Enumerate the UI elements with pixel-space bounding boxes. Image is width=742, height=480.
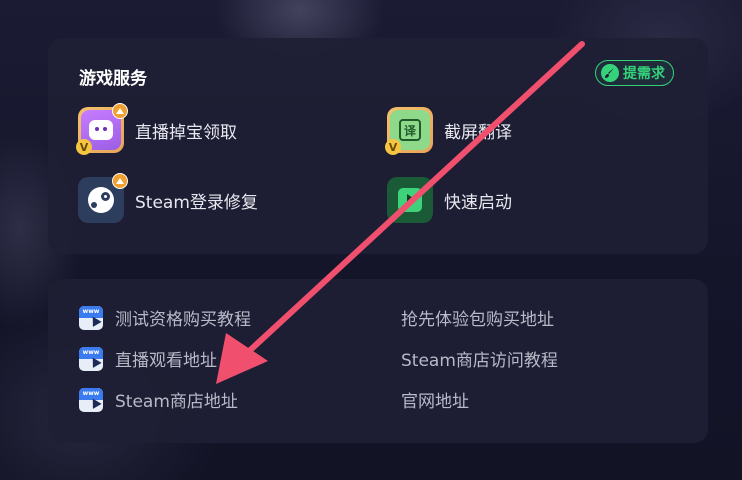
link-label: 抢先体验包购买地址 [401, 310, 554, 330]
brush-icon [601, 64, 619, 82]
steam-icon [78, 173, 128, 223]
link-steam-store[interactable]: www Steam商店地址 [79, 387, 238, 412]
link-live-stream[interactable]: www 直播观看地址 [79, 346, 217, 371]
link-official-website[interactable]: 官网地址 [401, 387, 469, 412]
service-label: Steam登录修复 [135, 192, 258, 213]
web-link-icon: www [79, 346, 103, 371]
service-label: 快速启动 [444, 192, 512, 213]
links-card: www 测试资格购买教程 抢先体验包购买地址 www 直播观看地址 Steam商… [48, 279, 708, 443]
upgrade-badge-icon [112, 103, 128, 119]
link-steam-store-tutorial[interactable]: Steam商店访问教程 [401, 346, 558, 371]
vip-badge: V [76, 139, 92, 155]
link-early-access-purchase[interactable]: 抢先体验包购买地址 [401, 305, 554, 330]
link-label: 测试资格购买教程 [115, 310, 251, 330]
screenshot-translate-icon: 译 V [385, 107, 433, 155]
vip-badge: V [385, 139, 401, 155]
service-label: 截屏翻译 [444, 122, 512, 143]
link-label: 直播观看地址 [115, 351, 217, 371]
service-live-drop[interactable]: V 直播掉宝领取 [76, 103, 237, 155]
submit-request-label: 提需求 [623, 66, 665, 82]
card-title: 游戏服务 [79, 69, 147, 89]
service-steam-login-fix[interactable]: Steam登录修复 [78, 173, 258, 223]
link-label: 官网地址 [401, 392, 469, 412]
game-services-card: 游戏服务 提需求 V 直播掉宝领取 译 V 截屏翻译 Steam登录修复 快速启… [48, 38, 708, 254]
link-label: Steam商店访问教程 [401, 351, 558, 371]
upgrade-badge-icon [112, 173, 128, 189]
service-quick-launch[interactable]: 快速启动 [387, 177, 512, 223]
quick-launch-icon [387, 177, 433, 223]
link-test-qualification-tutorial[interactable]: www 测试资格购买教程 [79, 305, 251, 330]
web-link-icon: www [79, 387, 103, 412]
submit-request-button[interactable]: 提需求 [595, 60, 674, 86]
service-screenshot-translate[interactable]: 译 V 截屏翻译 [385, 107, 512, 155]
link-label: Steam商店地址 [115, 392, 238, 412]
web-link-icon: www [79, 305, 103, 330]
service-label: 直播掉宝领取 [135, 122, 237, 143]
live-drop-icon: V [76, 103, 128, 155]
